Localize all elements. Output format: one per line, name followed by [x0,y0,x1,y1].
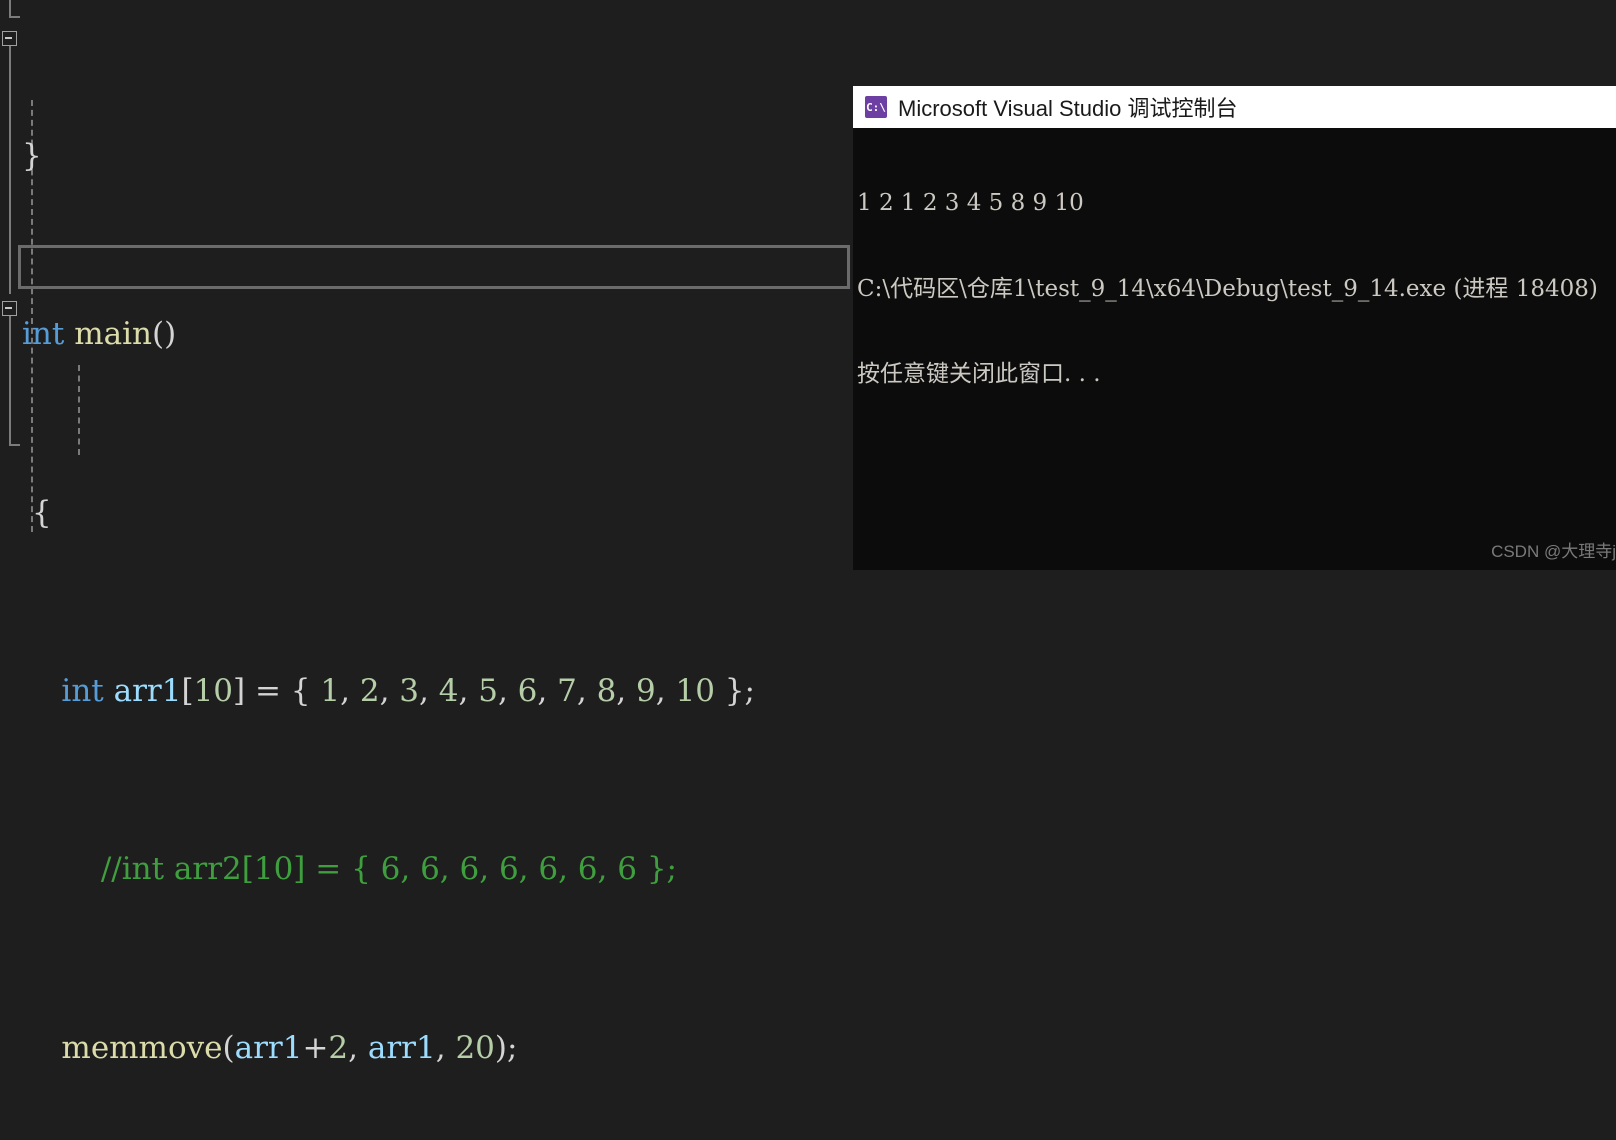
code-token-punct: }; [714,672,755,709]
code-token-punct: , [419,672,439,709]
code-token-punct: , [348,1029,368,1066]
code-token-punct: [ [181,672,194,709]
code-token-keyword: int [61,672,104,709]
code-token-punct: , [340,672,360,709]
code-token-number: 2 [328,1029,349,1066]
code-token-punct: , [435,1029,456,1066]
console-output-line: C:\代码区\仓库1\test_9_14\x64\Debug\test_9_14… [857,275,1598,302]
code-token-punct: ( [222,1029,235,1066]
debug-console-window[interactable]: C:\ Microsoft Visual Studio 调试控制台 1 2 1 … [853,86,1616,570]
code-token-punct: ); [494,1029,518,1066]
code-token-punct: { [22,494,52,531]
code-token-number: 1 [320,672,341,709]
code-line[interactable]: //int arr2[10] = { 6, 6, 6, 6, 6, 6, 6 }… [0,847,1616,892]
code-token-number: 2 [359,672,380,709]
code-token-identifier: arr1 [234,1029,303,1066]
code-token-number: 3 [399,672,420,709]
code-token-identifier: arr1 [367,1029,436,1066]
code-token-punct: , [497,672,518,709]
code-token-punct: () [151,316,177,353]
code-token-number: 4 [438,672,459,709]
console-output-line: 按任意键关闭此窗口. . . [857,361,1101,387]
code-token-number: 10 [675,672,715,709]
code-token-identifier: arr1 [113,672,182,709]
console-titlebar[interactable]: C:\ Microsoft Visual Studio 调试控制台 [853,86,1616,128]
console-output-line: 1 2 1 2 3 4 5 8 9 10 [857,190,1084,216]
code-token-comment: //int arr2[10] = { 6, 6, 6, 6, 6, 6, 6 }… [61,851,677,888]
command-prompt-icon: C:\ [865,96,887,118]
code-token-function: memmove [61,1029,223,1066]
code-token-punct: , [537,672,558,709]
code-token-punct: , [576,672,597,709]
watermark: CSDN @大理寺j [1491,542,1616,561]
code-token-punct: , [379,672,400,709]
code-token-punct: , [655,672,676,709]
code-token-function: main [74,316,152,353]
code-token-number: 5 [478,672,498,709]
code-token-punct: , [458,672,479,709]
code-token-keyword: int [22,316,65,353]
code-token-number: 9 [636,672,656,709]
code-token-punct: + [302,1029,329,1066]
code-line[interactable]: int arr1[10] = { 1, 2, 3, 4, 5, 6, 7, 8,… [0,669,1616,714]
code-line[interactable]: memmove(arr1+2, arr1, 20); [0,1026,1616,1071]
code-token-punct: , [616,672,637,709]
code-token-number: 10 [193,672,234,709]
code-token-punct: ] = { [233,672,321,709]
code-token-number: 20 [455,1029,495,1066]
code-token-number: 7 [557,672,577,709]
code-token: } [22,137,42,174]
console-title: Microsoft Visual Studio 调试控制台 [898,96,1238,121]
console-icon-glyph: C:\ [866,100,886,114]
code-token-number: 6 [517,672,538,709]
console-output[interactable]: 1 2 1 2 3 4 5 8 9 10 C:\代码区\仓库1\test_9_1… [853,128,1616,446]
code-token-number: 8 [596,672,617,709]
